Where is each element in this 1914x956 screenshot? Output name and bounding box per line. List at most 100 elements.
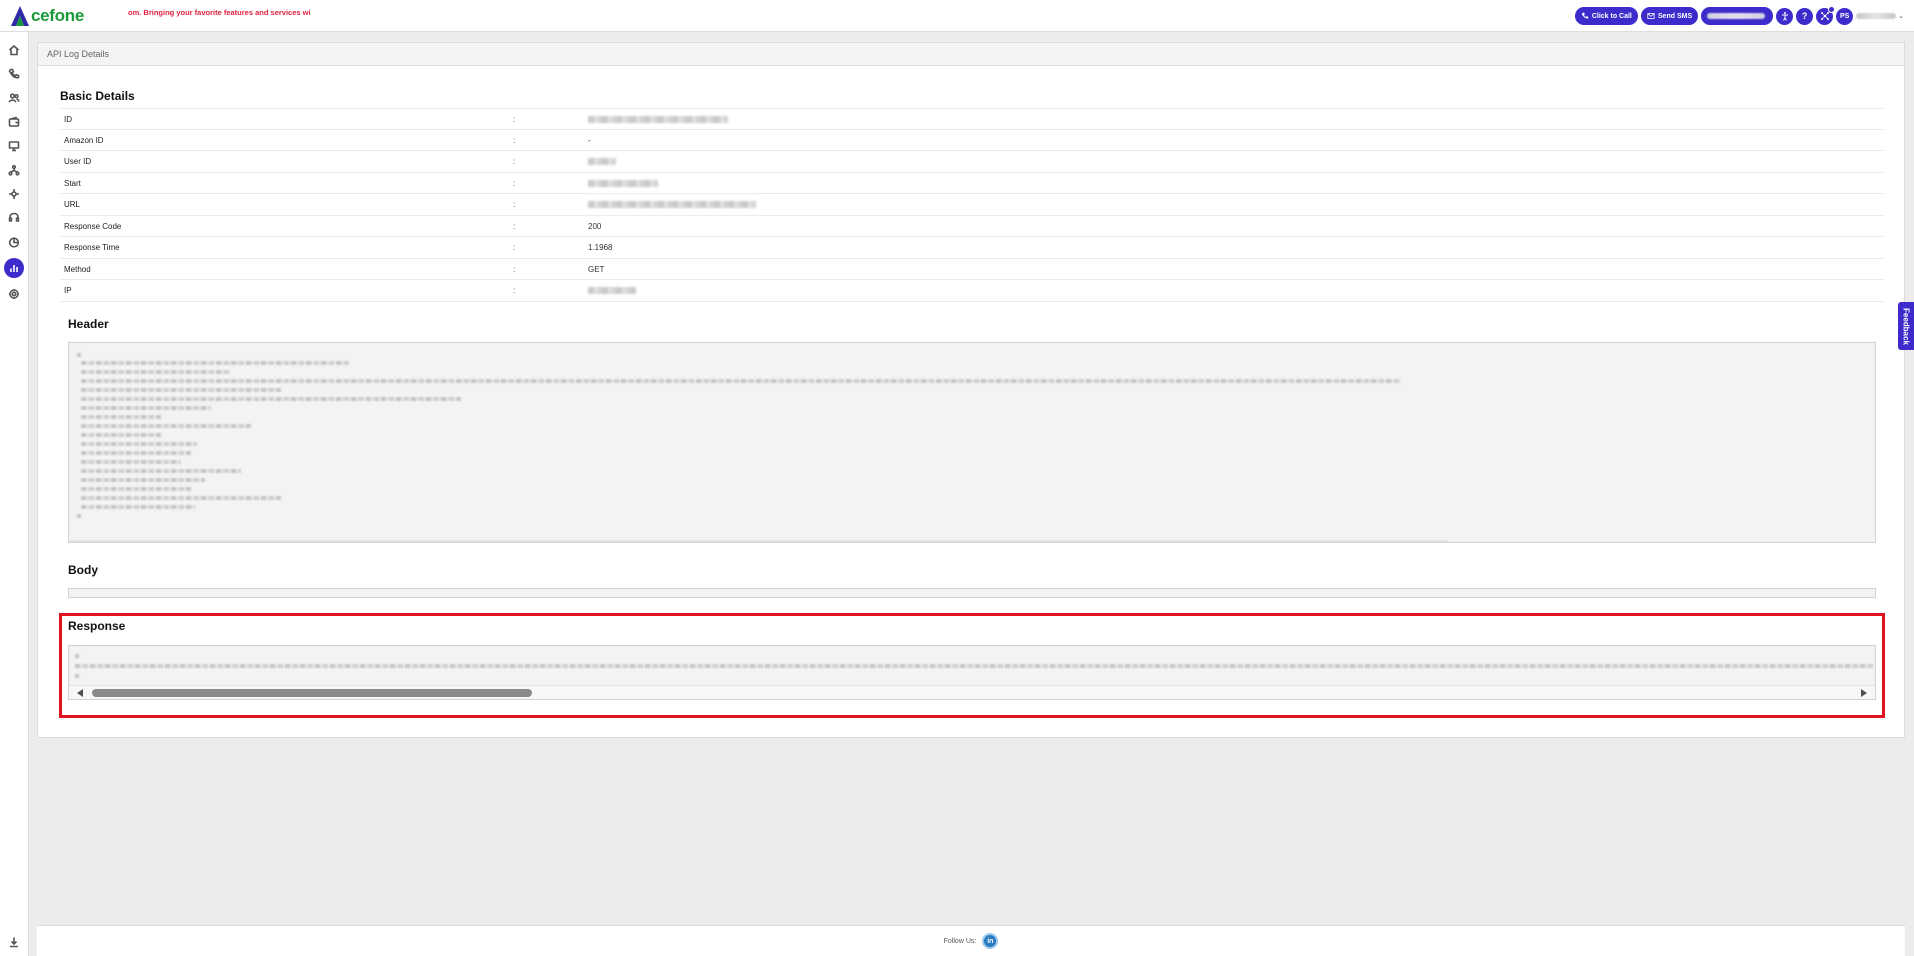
code-line bbox=[81, 469, 241, 473]
acefone-logo[interactable]: cefone bbox=[10, 4, 84, 28]
detail-colon: : bbox=[513, 115, 516, 124]
detail-colon: : bbox=[513, 178, 516, 188]
code-line bbox=[81, 415, 161, 419]
api-log-details-panel: Basic Details ID : Amazon ID : - User ID… bbox=[37, 66, 1905, 738]
detail-colon: : bbox=[513, 200, 516, 209]
network-icon bbox=[8, 164, 20, 176]
detail-label: User ID bbox=[64, 157, 92, 166]
number-selector-button[interactable] bbox=[1701, 7, 1774, 25]
response-section-title: Response bbox=[68, 619, 126, 633]
logo-text: cefone bbox=[31, 6, 84, 25]
click-to-call-label: Click to Call bbox=[1591, 12, 1632, 20]
help-icon: ? bbox=[1801, 11, 1808, 21]
wallet-icon bbox=[8, 116, 20, 127]
detail-row-start: Start : bbox=[60, 173, 1884, 194]
sidebar-item-monitoring[interactable] bbox=[4, 136, 24, 156]
click-to-call-button[interactable]: Click to Call bbox=[1574, 7, 1638, 25]
phone-icon bbox=[1581, 12, 1589, 19]
scroll-thumb[interactable] bbox=[92, 689, 532, 697]
help-button[interactable]: ? bbox=[1796, 7, 1814, 25]
accessibility-button[interactable] bbox=[1776, 7, 1794, 25]
detail-value: 200 bbox=[588, 221, 602, 231]
mail-icon bbox=[1647, 13, 1655, 19]
scroll-left-arrow-icon[interactable] bbox=[77, 689, 83, 697]
bar-chart-icon bbox=[10, 265, 18, 272]
detail-colon: : bbox=[513, 135, 516, 145]
phone-icon bbox=[8, 68, 20, 79]
sidebar bbox=[0, 32, 29, 956]
response-code-box[interactable] bbox=[68, 645, 1876, 700]
pie-chart-icon bbox=[8, 237, 20, 248]
code-line bbox=[75, 674, 79, 678]
home-icon bbox=[8, 44, 20, 56]
code-line bbox=[81, 442, 197, 446]
code-line bbox=[81, 370, 231, 374]
response-horizontal-scrollbar[interactable] bbox=[69, 685, 1875, 699]
detail-label: Response Time bbox=[64, 243, 120, 252]
detail-label: URL bbox=[64, 200, 81, 209]
detail-value: GET bbox=[588, 264, 605, 274]
detail-value: 1.1968 bbox=[588, 243, 613, 252]
connections-icon bbox=[1820, 12, 1829, 20]
detail-colon: : bbox=[513, 157, 516, 166]
redacted-ip-value bbox=[588, 287, 636, 294]
top-bar: cefone om. Bringing your favorite featur… bbox=[0, 0, 1914, 32]
code-line bbox=[81, 433, 161, 437]
code-line bbox=[81, 496, 281, 500]
code-line bbox=[81, 505, 195, 509]
user-menu[interactable]: ⌄ bbox=[1856, 12, 1904, 20]
code-line bbox=[75, 664, 1873, 668]
basic-details-table: ID : Amazon ID : - User ID : Start : URL… bbox=[60, 108, 1884, 302]
code-line bbox=[81, 478, 205, 482]
sidebar-item-downloads[interactable] bbox=[4, 932, 24, 952]
sidebar-item-settings[interactable] bbox=[4, 284, 24, 304]
code-line bbox=[81, 406, 211, 410]
header-code-box[interactable] bbox=[68, 342, 1876, 543]
sidebar-item-reports[interactable] bbox=[4, 258, 24, 278]
scroll-right-arrow-icon[interactable] bbox=[1861, 689, 1867, 697]
download-icon bbox=[10, 937, 18, 948]
body-section-title: Body bbox=[68, 563, 98, 577]
sidebar-item-contact-center[interactable] bbox=[4, 208, 24, 228]
sidebar-item-billing[interactable] bbox=[4, 112, 24, 132]
user-avatar[interactable]: PS bbox=[1836, 7, 1854, 25]
header-scroll-track bbox=[69, 540, 1449, 542]
integration-icon bbox=[9, 189, 19, 199]
code-line bbox=[81, 361, 349, 365]
accessibility-icon bbox=[1781, 12, 1788, 21]
detail-row-url: URL : bbox=[60, 194, 1884, 216]
code-line bbox=[77, 514, 81, 518]
code-line bbox=[81, 487, 191, 491]
linkedin-icon[interactable]: in bbox=[982, 933, 999, 949]
follow-us-label: Follow Us: bbox=[943, 937, 977, 945]
redacted-user-id-value bbox=[588, 158, 616, 165]
top-actions: Click to Call Send SMS ? PS ⌄ bbox=[1574, 5, 1904, 25]
detail-label: Method bbox=[64, 264, 91, 274]
body-code-box[interactable] bbox=[68, 588, 1876, 598]
basic-details-title: Basic Details bbox=[60, 89, 135, 103]
code-line bbox=[75, 654, 79, 658]
code-line bbox=[81, 388, 281, 392]
detail-row-amazon-id: Amazon ID : - bbox=[60, 130, 1884, 151]
detail-row-response-time: Response Time : 1.1968 bbox=[60, 237, 1884, 259]
send-sms-button[interactable]: Send SMS bbox=[1640, 7, 1699, 25]
detail-label: Start bbox=[64, 178, 81, 188]
sidebar-item-routing[interactable] bbox=[4, 160, 24, 180]
breadcrumb: API Log Details bbox=[37, 42, 1905, 66]
feedback-tab[interactable]: Feedback bbox=[1898, 302, 1914, 350]
detail-value: - bbox=[588, 135, 591, 145]
redacted-user-name bbox=[1856, 13, 1897, 19]
logo-mark-icon bbox=[11, 6, 29, 26]
code-line bbox=[81, 379, 1401, 383]
sidebar-item-calls[interactable] bbox=[4, 64, 24, 84]
redacted-number bbox=[1707, 13, 1766, 19]
agent-status-button[interactable] bbox=[1816, 5, 1836, 25]
sidebar-item-home[interactable] bbox=[4, 40, 24, 60]
detail-colon: : bbox=[513, 243, 516, 252]
sidebar-item-users[interactable] bbox=[4, 88, 24, 108]
sidebar-item-integrations[interactable] bbox=[4, 184, 24, 204]
detail-label: ID bbox=[64, 115, 72, 124]
sidebar-item-analytics[interactable] bbox=[4, 232, 24, 252]
headset-icon bbox=[8, 212, 20, 222]
redacted-url-value bbox=[588, 201, 756, 208]
